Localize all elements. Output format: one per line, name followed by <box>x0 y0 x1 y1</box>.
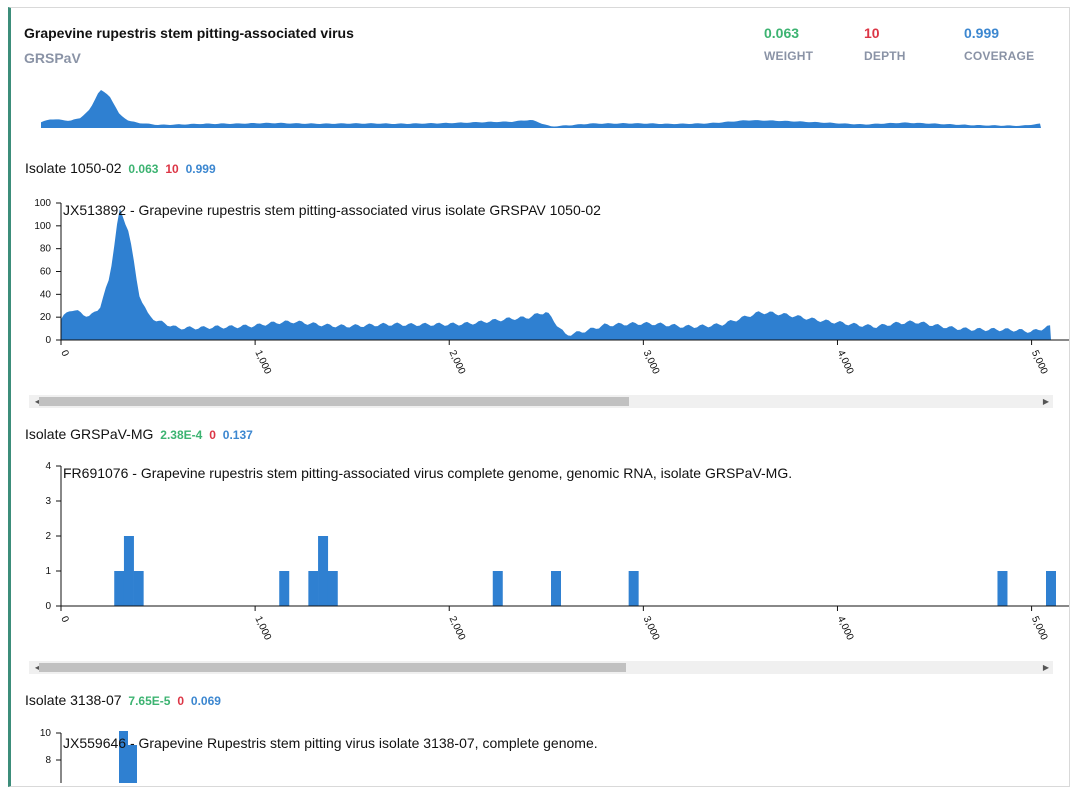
sequence-title: JX559646 - Grapevine Rupestris stem pitt… <box>63 735 598 751</box>
coverage-area <box>61 208 1051 340</box>
chart-scrollbar[interactable]: ◀ ▶ <box>29 395 1053 408</box>
scroll-right-icon[interactable]: ▶ <box>1039 395 1053 408</box>
coverage-bar <box>551 571 561 606</box>
y-tick-label: 0 <box>45 601 51 612</box>
weight-stat: 0.063 WEIGHT <box>764 25 813 63</box>
isolate-coverage-chart: 4 0 1 2 3 0 1,000 2,000 3,000 4,000 5,000 FR6910… <box>45 461 1069 643</box>
isolate-weight: 0.063 <box>128 162 159 176</box>
weight-value: 0.063 <box>764 25 800 41</box>
isolate-header: Isolate 3138-07 7.65E-5 0 0.069 <box>25 692 221 708</box>
x-tick-label: 1,000 <box>252 349 273 377</box>
sequence-title: JX513892 - Grapevine rupestris stem pitt… <box>63 202 601 218</box>
virus-card: Grapevine rupestris stem pitting-associa… <box>8 7 1070 787</box>
x-tick-label: 4,000 <box>835 615 856 643</box>
depth-label: DEPTH <box>864 49 906 63</box>
x-tick-label: 1,000 <box>252 615 273 643</box>
y-axis-top-label: 100 <box>34 198 51 209</box>
x-tick-label: 0 <box>58 615 71 625</box>
x-tick-label: 5,000 <box>1029 615 1050 643</box>
isolate-depth: 0 <box>209 428 216 442</box>
isolate-label: Isolate GRSPaV-MG <box>25 426 154 442</box>
coverage-bar <box>628 571 639 606</box>
depth-stat: 10 DEPTH <box>864 25 906 63</box>
x-tick-label: 2,000 <box>447 349 468 377</box>
isolate-coverage: 0.137 <box>222 428 253 442</box>
virus-name: Grapevine rupestris stem pitting-associa… <box>24 25 354 41</box>
scroll-right-icon[interactable]: ▶ <box>1039 661 1053 674</box>
scrollbar-thumb[interactable] <box>39 663 626 672</box>
isolate-depth: 10 <box>165 162 179 176</box>
isolate-weight: 2.38E-4 <box>160 428 203 442</box>
y-tick-label: 0 <box>45 335 51 346</box>
coverage-bar <box>123 536 134 606</box>
coverage-bar <box>327 571 338 606</box>
y-tick-label: 2 <box>45 531 51 542</box>
x-tick-label: 3,000 <box>641 615 662 643</box>
y-tick-label: 80 <box>40 244 52 255</box>
isolate-header: Isolate GRSPaV-MG 2.38E-4 0 0.137 <box>25 426 253 442</box>
isolate-coverage: 0.069 <box>190 694 221 708</box>
scrollbar-thumb[interactable] <box>39 397 629 406</box>
isolate-header: Isolate 1050-02 0.063 10 0.999 <box>25 160 216 176</box>
y-tick-label: 100 <box>34 221 51 232</box>
weight-label: WEIGHT <box>764 49 814 63</box>
coverage-bar <box>114 571 125 606</box>
x-tick-label: 2,000 <box>447 615 468 643</box>
overview-coverage-area <box>41 90 1041 128</box>
coverage-bar <box>133 571 144 606</box>
x-tick-label: 4,000 <box>835 349 856 377</box>
isolate-coverage-chart: 10 8 JX559646 - Grapevine Rupestris stem… <box>40 728 598 783</box>
isolate-coverage-chart: 100 0 20 40 60 80 100 0 1,000 2,000 3,000 4,000 5,… <box>34 198 1069 377</box>
virus-abbreviation: GRSPaV <box>24 50 81 66</box>
y-axis-top-label: 10 <box>40 728 52 739</box>
depth-value: 10 <box>864 25 880 41</box>
sequence-title: FR691076 - Grapevine rupestris stem pitt… <box>63 465 792 481</box>
y-tick-label: 60 <box>40 267 52 278</box>
y-tick-label: 3 <box>45 496 51 507</box>
chart-scrollbar[interactable]: ◀ ▶ <box>29 661 1053 674</box>
coverage-label: COVERAGE <box>964 49 1035 63</box>
isolate-label: Isolate 3138-07 <box>25 692 122 708</box>
overview-coverage-chart <box>41 90 1041 128</box>
isolate-weight: 7.65E-5 <box>128 694 171 708</box>
coverage-bar <box>492 571 503 606</box>
isolate-coverage: 0.999 <box>185 162 216 176</box>
y-axis-top-label: 4 <box>45 461 51 472</box>
y-tick-label: 8 <box>45 755 51 766</box>
y-tick-label: 20 <box>40 312 52 323</box>
y-tick-label: 1 <box>45 566 51 577</box>
coverage-bar <box>318 536 329 606</box>
coverage-bar <box>1046 571 1056 606</box>
isolate-depth: 0 <box>177 694 185 708</box>
coverage-bar <box>308 571 319 606</box>
isolate-label: Isolate 1050-02 <box>25 160 122 176</box>
coverage-bar <box>997 571 1008 606</box>
coverage-stat: 0.999 COVERAGE <box>964 25 1034 63</box>
coverage-bar <box>279 571 290 606</box>
x-tick-label: 3,000 <box>641 349 662 377</box>
coverage-value: 0.999 <box>964 25 1000 41</box>
x-tick-label: 5,000 <box>1029 349 1050 377</box>
x-tick-label: 0 <box>58 349 71 359</box>
y-tick-label: 40 <box>40 289 52 300</box>
